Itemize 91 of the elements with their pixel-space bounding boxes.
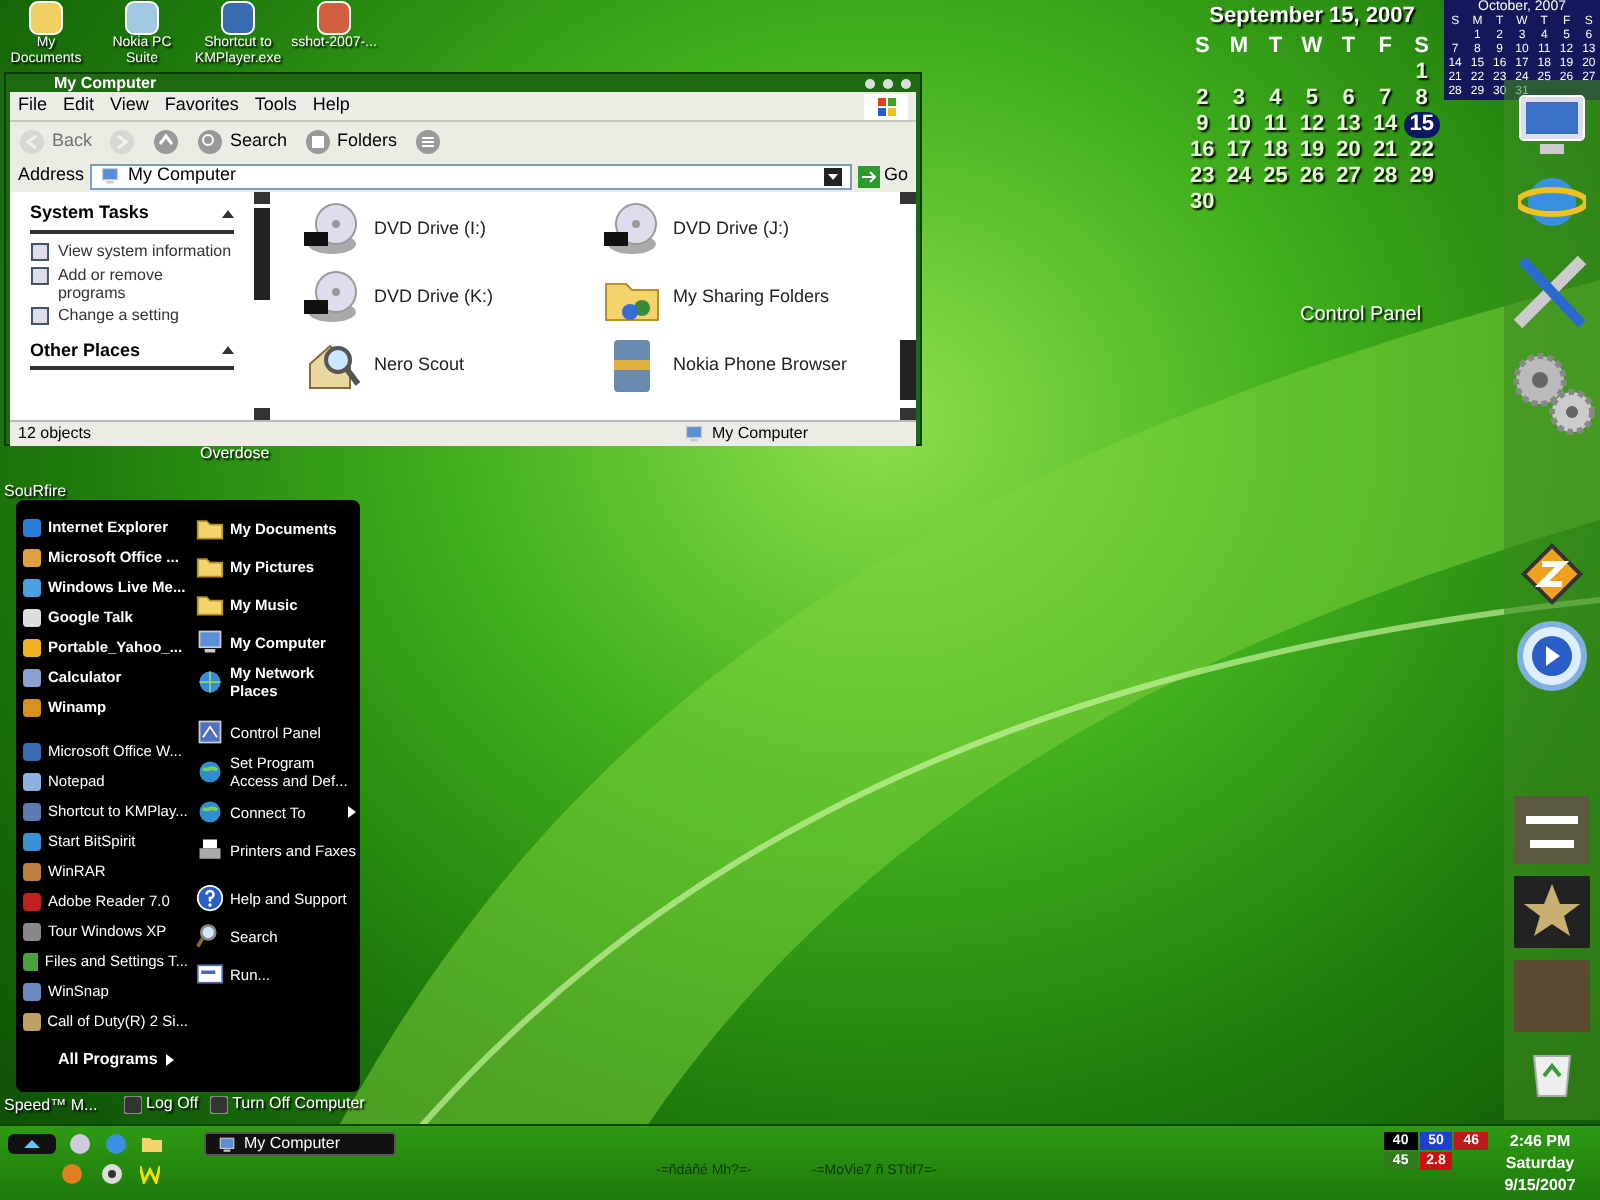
monitor-icon[interactable]	[1516, 92, 1588, 160]
toolbar-button[interactable]: Search	[196, 127, 288, 155]
shortcut-icon[interactable]	[124, 0, 160, 36]
calendar-day[interactable]: 1	[1403, 59, 1440, 85]
folder-icon[interactable]	[140, 1132, 164, 1156]
star-tile-icon[interactable]	[1514, 876, 1590, 948]
icon-label[interactable]: Overdose	[200, 442, 270, 466]
item-label[interactable]: Nero Scout	[374, 352, 465, 380]
toolbar-button[interactable]	[152, 127, 181, 155]
up-folder-icon	[152, 127, 181, 155]
game-tile-icon[interactable]	[1514, 796, 1590, 864]
all-programs-button[interactable]: All Programs	[58, 1048, 188, 1072]
clock-time: 2:46 PM	[1509, 1130, 1571, 1152]
calendar-title: September 15, 2007	[1207, 2, 1417, 32]
collapse-arrow-icon[interactable]	[222, 346, 234, 355]
weekday-label: T	[1266, 33, 1285, 59]
shortcut-icon[interactable]	[28, 0, 64, 36]
weekday-label: T	[1339, 33, 1358, 59]
turn-off-button[interactable]: Turn Off Computer	[210, 1092, 365, 1116]
weekday-label: S	[1192, 33, 1212, 59]
clock-day: Saturday	[1505, 1152, 1575, 1174]
pane-title: Other Places	[30, 337, 141, 363]
go-button[interactable]: Go	[857, 162, 908, 190]
help-icon	[196, 884, 224, 912]
task-link[interactable]: Add or remove programs	[57, 265, 234, 301]
shortcut-icon[interactable]	[220, 0, 256, 36]
folder-icon	[196, 552, 224, 580]
dropdown-arrow-icon	[823, 167, 842, 185]
start-button[interactable]	[8, 1134, 56, 1154]
menu-item[interactable]: View	[110, 92, 149, 120]
status-text: 12 objects	[18, 422, 91, 446]
folder-icon	[196, 590, 224, 618]
menu-item[interactable]: Tools	[254, 92, 297, 120]
pane-title: System Tasks	[30, 200, 149, 226]
item-label[interactable]: DVD Drive (I:)	[374, 216, 486, 244]
item-label[interactable]: DVD Drive (J:)	[673, 216, 789, 244]
task-link[interactable]: View system information	[58, 241, 232, 259]
computer-icon	[196, 628, 224, 656]
disc-icon[interactable]	[100, 1162, 124, 1186]
computer-icon	[100, 166, 121, 186]
menu-item[interactable]: File	[18, 92, 48, 120]
address-label: Address	[18, 162, 85, 189]
address-field[interactable]: My Computer	[90, 163, 852, 189]
log-off-button[interactable]: Log Off	[124, 1092, 199, 1116]
printer-icon	[196, 836, 224, 864]
folders-icon	[303, 127, 332, 155]
globe-icon	[196, 758, 224, 786]
right-arrow-icon	[165, 1054, 174, 1066]
globe-icon	[196, 798, 224, 826]
clock-date: 9/15/2007	[1504, 1174, 1576, 1196]
window-title: My Computer	[54, 74, 157, 92]
forward-icon	[108, 127, 137, 155]
dvd-drive-icon[interactable]	[302, 200, 362, 260]
views-icon	[413, 127, 442, 155]
run-icon	[196, 960, 224, 988]
taskbar-button[interactable]: My Computer	[204, 1132, 396, 1156]
weekday-label: S	[1412, 33, 1432, 59]
weekday-label: F	[1376, 33, 1394, 59]
collapse-arrow-icon[interactable]	[222, 209, 234, 218]
menu-item[interactable]: Favorites	[164, 92, 239, 120]
window-controls-icon	[864, 77, 912, 89]
calendar-day[interactable]: 8	[1403, 85, 1440, 111]
toolbar-button[interactable]	[413, 127, 442, 155]
computer-icon	[218, 1135, 236, 1153]
icon-label[interactable]: Speed™ M...	[4, 1094, 98, 1118]
item-label[interactable]: Nokia Phone Browser	[673, 352, 848, 380]
menu-item[interactable]: Edit	[63, 92, 95, 120]
folder-icon	[196, 514, 224, 542]
weekday-label: M	[1227, 33, 1250, 59]
dvd-drive-icon[interactable]	[601, 200, 661, 260]
calendar-day[interactable]: 22	[1403, 137, 1440, 163]
menu-item[interactable]: Help	[312, 92, 350, 120]
weekday-label: W	[1299, 33, 1325, 59]
item-label[interactable]: My Sharing Folders	[673, 284, 830, 312]
shortcut-icon[interactable]	[316, 0, 352, 36]
toolbar-button[interactable]: Folders	[303, 127, 398, 155]
item-label[interactable]: DVD Drive (K:)	[374, 284, 494, 312]
network-icon	[196, 668, 224, 696]
computer-icon	[683, 424, 704, 444]
calendar-day[interactable]: 7	[1366, 85, 1404, 111]
search-icon	[196, 127, 225, 155]
status-text: My Computer	[711, 422, 808, 446]
w-logo-icon[interactable]	[140, 1164, 160, 1184]
back-icon	[18, 127, 46, 155]
dvd-drive-icon[interactable]	[302, 268, 362, 328]
control-panel-icon	[196, 718, 224, 746]
icon-label[interactable]: SouRfire	[4, 480, 67, 504]
windows-logo-icon	[864, 93, 908, 119]
go-arrow-icon	[857, 165, 880, 187]
gears-icon[interactable]	[1508, 348, 1596, 436]
task-link[interactable]: Change a setting	[58, 305, 179, 323]
